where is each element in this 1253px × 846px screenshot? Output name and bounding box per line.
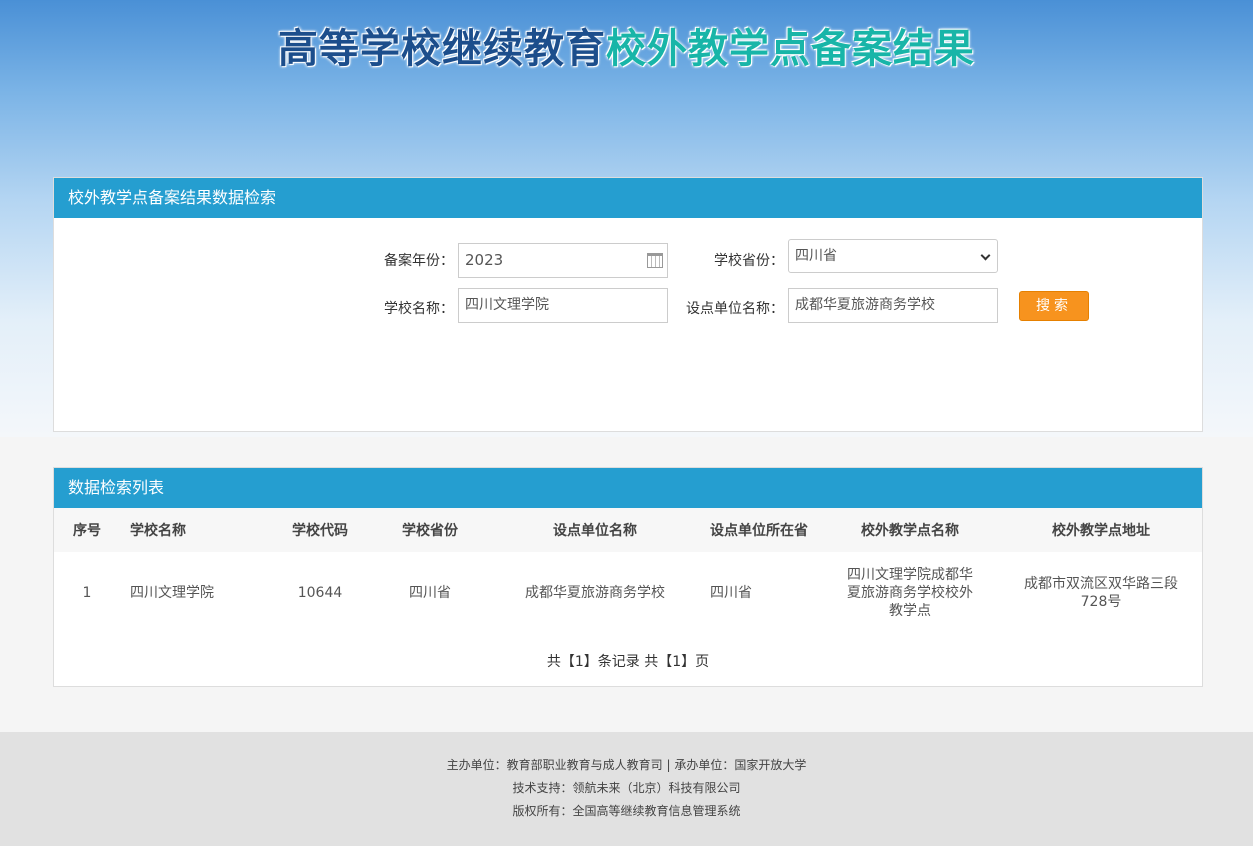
footer-tech-support: 技术支持：领航未来（北京）科技有限公司 (512, 781, 741, 795)
school-input[interactable]: 四川文理学院 (458, 288, 668, 323)
column-header-school-name: 学校名称 (120, 508, 270, 552)
province-label: 学校省份： (714, 253, 784, 269)
search-button[interactable]: 搜索 (1019, 291, 1089, 321)
banner-title-part2: 校外教学点备案结果 (606, 26, 975, 72)
column-header-index: 序号 (54, 508, 120, 552)
column-header-school-code: 学校代码 (270, 508, 370, 552)
chevron-down-icon (980, 250, 991, 261)
footer: 主办单位：教育部职业教育与成人教育司 | 承办单位：国家开放大学 技术支持：领航… (0, 732, 1253, 846)
calendar-icon[interactable] (647, 253, 663, 268)
unit-label: 设点单位名称： (686, 301, 784, 317)
year-value: 2023 (465, 251, 504, 269)
footer-copyright: 版权所有：全国高等继续教育信息管理系统 (512, 804, 741, 818)
results-panel-title: 数据检索列表 (54, 468, 1202, 508)
search-panel-title: 校外教学点备案结果数据检索 (54, 178, 1202, 218)
banner-title-part1: 高等学校继续教育 (278, 26, 606, 72)
province-select[interactable]: 四川省 (788, 239, 998, 273)
cell-school-province: 四川省 (409, 585, 451, 601)
cell-index: 1 (82, 585, 92, 601)
cell-site-address: 成都市双流区双华路三段728号 (1024, 576, 1178, 610)
cell-school-code: 10644 (297, 585, 343, 601)
results-panel: 数据检索列表 序号 学校名称 学校代码 学校省份 设点单位名称 设点单位所在省 … (53, 467, 1203, 687)
column-header-site-address: 校外教学点地址 (1000, 508, 1202, 552)
page-banner-title: 高等学校继续教育校外教学点备案结果 (0, 16, 1253, 74)
cell-unit-province: 四川省 (710, 585, 752, 601)
unit-input[interactable]: 成都华夏旅游商务学校 (788, 288, 998, 323)
year-input[interactable]: 2023 (458, 243, 668, 278)
table-row: 1 四川文理学院 10644 四川省 成都华夏旅游商务学校 四川省 四川文理学院… (54, 552, 1202, 634)
cell-unit-name: 成都华夏旅游商务学校 (525, 585, 665, 601)
year-label: 备案年份： (384, 253, 454, 269)
search-panel: 校外教学点备案结果数据检索 备案年份： 2023 学校省份： 四川省 学校名称：… (53, 177, 1203, 432)
school-label: 学校名称： (384, 301, 454, 317)
school-value: 四川文理学院 (465, 297, 549, 313)
province-value: 四川省 (795, 248, 837, 264)
column-header-site-name: 校外教学点名称 (820, 508, 1000, 552)
results-table: 序号 学校名称 学校代码 学校省份 设点单位名称 设点单位所在省 校外教学点名称… (54, 508, 1202, 634)
unit-value: 成都华夏旅游商务学校 (795, 297, 935, 313)
table-header-row: 序号 学校名称 学校代码 学校省份 设点单位名称 设点单位所在省 校外教学点名称… (54, 508, 1202, 552)
cell-school-name: 四川文理学院 (130, 585, 214, 601)
column-header-school-province: 学校省份 (370, 508, 490, 552)
footer-organizer: 主办单位：教育部职业教育与成人教育司 | 承办单位：国家开放大学 (446, 758, 807, 772)
column-header-unit-province: 设点单位所在省 (700, 508, 820, 552)
column-header-unit-name: 设点单位名称 (490, 508, 700, 552)
pagination-info: 共【1】条记录 共【1】页 (546, 654, 710, 670)
cell-site-name: 四川文理学院成都华夏旅游商务学校校外教学点 (847, 567, 973, 619)
